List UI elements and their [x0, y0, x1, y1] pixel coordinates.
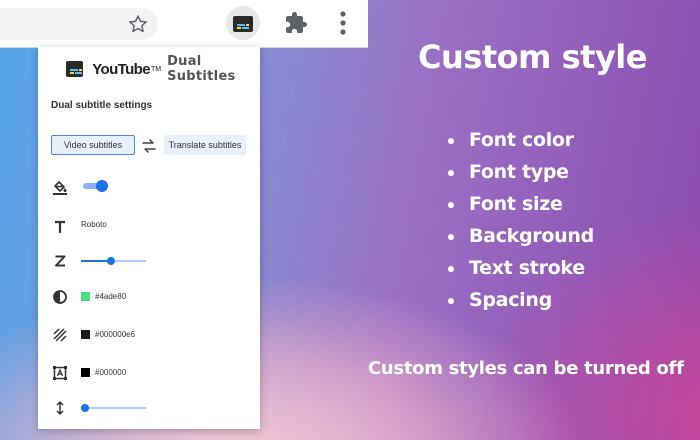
hero-title: Custom style: [418, 38, 647, 76]
font-color-swatch[interactable]: [81, 292, 90, 301]
feature-item: Spacing: [448, 286, 594, 318]
background-texture-icon: [53, 328, 67, 342]
extension-popup: YouTube TM Dual Subtitles Dual subtitle s…: [38, 47, 260, 429]
puzzle-icon[interactable]: [284, 11, 308, 35]
app-icon: [233, 16, 253, 32]
brand-product: Dual Subtitles: [167, 54, 236, 84]
extension-button[interactable]: [226, 6, 260, 40]
font-color-value[interactable]: #4ade80: [95, 292, 126, 301]
background-color-value[interactable]: #000000e6: [95, 330, 135, 339]
bullet-icon: [448, 266, 454, 272]
browser-toolbar: [0, 0, 368, 48]
star-icon[interactable]: [128, 14, 148, 34]
app-logo-icon: [66, 61, 84, 77]
font-type-icon: [55, 220, 65, 233]
settings-title: Dual subtitle settings: [51, 100, 153, 111]
feature-item: Text stroke: [448, 254, 594, 286]
brand-youtube: YouTube: [92, 60, 150, 78]
font-size-icon: [55, 255, 66, 267]
bullet-icon: [448, 138, 454, 144]
swap-icon[interactable]: [141, 138, 157, 154]
footer-note: Custom styles can be turned off: [368, 358, 684, 379]
bullet-icon: [448, 202, 454, 208]
text-stroke-icon: [53, 366, 67, 380]
paint-bucket-icon: [53, 181, 67, 195]
feature-item: Font type: [448, 158, 594, 190]
feature-list: Font color Font type Font size Backgroun…: [448, 126, 594, 318]
feature-item: Font color: [448, 126, 594, 158]
spacing-icon: [56, 401, 64, 415]
stroke-color-value[interactable]: #000000: [95, 368, 126, 377]
spacing-slider[interactable]: [81, 403, 146, 413]
feature-item: Background: [448, 222, 594, 254]
bullet-icon: [448, 298, 454, 304]
font-size-slider[interactable]: [81, 256, 146, 266]
tab-translate-subtitles[interactable]: Translate subtitles: [164, 135, 246, 155]
kebab-menu-icon[interactable]: [333, 10, 353, 36]
bullet-icon: [448, 234, 454, 240]
brand-tm: TM: [150, 65, 162, 73]
custom-style-toggle[interactable]: [83, 180, 108, 192]
tab-video-subtitles[interactable]: Video subtitles: [51, 135, 135, 155]
contrast-icon: [53, 290, 67, 304]
font-type-value[interactable]: Roboto: [81, 220, 107, 229]
popup-header: YouTube TM Dual Subtitles: [66, 54, 260, 84]
feature-item: Font size: [448, 190, 594, 222]
background-color-swatch[interactable]: [81, 330, 90, 339]
stroke-color-swatch[interactable]: [81, 368, 90, 377]
bullet-icon: [448, 170, 454, 176]
